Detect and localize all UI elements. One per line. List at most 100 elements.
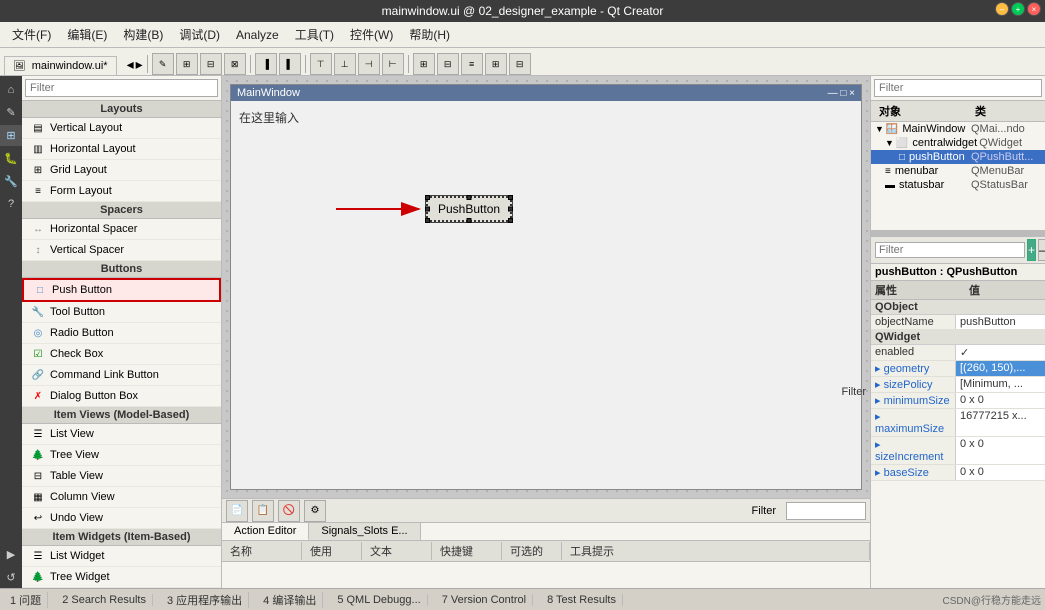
- widget-v-spacer[interactable]: ↕ Vertical Spacer: [22, 240, 221, 261]
- widget-table-view[interactable]: ⊟ Table View: [22, 466, 221, 487]
- menu-help[interactable]: 帮助(H): [403, 24, 456, 45]
- action-editor-tab[interactable]: Action Editor: [222, 523, 309, 540]
- minimize-button[interactable]: –: [995, 2, 1009, 16]
- widget-horizontal-layout[interactable]: ▥ Horizontal Layout: [22, 139, 221, 160]
- toolbar-btn-13[interactable]: ≡: [461, 53, 483, 75]
- widget-h-spacer[interactable]: ↔ Horizontal Spacer: [22, 219, 221, 240]
- welcome-tab[interactable]: ⌂: [6, 80, 17, 100]
- toolbar-btn-12[interactable]: ⊟: [437, 53, 459, 75]
- menu-tools[interactable]: 工具(T): [289, 24, 340, 45]
- widget-push-button[interactable]: □ Push Button: [22, 278, 221, 302]
- canvas-content[interactable]: MainWindow — □ × 在这里输入 PushButton: [222, 76, 870, 498]
- debug-bottom-tab[interactable]: ▶: [5, 544, 17, 565]
- toolbar-btn-5[interactable]: ▐: [255, 53, 277, 75]
- toolbar-btn-2[interactable]: ⊞: [176, 53, 198, 75]
- widget-tool-button[interactable]: 🔧 Tool Button: [22, 302, 221, 323]
- design-tab[interactable]: ⊞: [0, 125, 22, 146]
- nav-fwd-icon[interactable]: ▸: [136, 56, 143, 73]
- widget-tree-widget[interactable]: 🌲 Tree Widget: [22, 567, 221, 588]
- handle-br: [508, 218, 513, 223]
- edit-tab[interactable]: ✎: [4, 102, 17, 123]
- help-tab[interactable]: ?: [6, 194, 16, 214]
- widget-list-widget[interactable]: ☰ List Widget: [22, 546, 221, 567]
- prop-geometry-val[interactable]: [(260, 150),...: [956, 361, 1045, 376]
- tree-item-mainwindow[interactable]: ▼ 🪟 MainWindow QMai...ndo: [871, 122, 1045, 136]
- toolbar-btn-6[interactable]: ▌: [279, 53, 301, 75]
- maximize-button[interactable]: +: [1011, 2, 1025, 16]
- tree-item-centralwidget[interactable]: ▼ ⬜ centralwidget QWidget: [871, 136, 1045, 150]
- menu-controls[interactable]: 控件(W): [344, 24, 399, 45]
- widget-undo-view[interactable]: ↩ Undo View: [22, 508, 221, 529]
- prop-sizepolicy-val[interactable]: [Minimum, ...: [956, 377, 1045, 392]
- toolbar-btn-14[interactable]: ⊞: [485, 53, 507, 75]
- widget-radio-button[interactable]: ◎ Radio Button: [22, 323, 221, 344]
- close-button[interactable]: ×: [1027, 2, 1041, 16]
- widget-tree-view[interactable]: 🌲 Tree View: [22, 445, 221, 466]
- prop-enabled-val[interactable]: ✓: [956, 345, 1045, 360]
- prop-basesize-val[interactable]: 0 x 0: [956, 465, 1045, 480]
- nav-back-icon[interactable]: ◂: [127, 56, 134, 73]
- prop-objectname-val[interactable]: pushButton: [956, 315, 1045, 329]
- menu-edit[interactable]: 编辑(E): [61, 24, 113, 45]
- menu-analyze[interactable]: Analyze: [230, 26, 285, 44]
- tree-item-pushbutton[interactable]: □ pushButton QPushButt...: [871, 150, 1045, 164]
- status-test[interactable]: 8 Test Results: [541, 594, 623, 606]
- add-prop-btn[interactable]: +: [1027, 239, 1036, 261]
- prop-maxsize-val[interactable]: 16777215 x...: [956, 409, 1045, 436]
- menu-file[interactable]: 文件(F): [6, 24, 57, 45]
- bottom-tool-4[interactable]: ⚙: [304, 500, 326, 522]
- toolbar-btn-7[interactable]: ⊤: [310, 53, 332, 75]
- debug-tab[interactable]: 🐛: [2, 148, 20, 169]
- status-version[interactable]: 7 Version Control: [436, 594, 533, 606]
- form-title: MainWindow: [237, 87, 300, 99]
- handle-bc: [467, 218, 472, 223]
- centralwidget-label: centralwidget: [912, 137, 977, 149]
- toolbar-btn-15[interactable]: ⊟: [509, 53, 531, 75]
- tree-item-menubar[interactable]: ≡ menubar QMenuBar: [871, 164, 1045, 178]
- status-qml[interactable]: 5 QML Debugg...: [331, 594, 427, 606]
- menu-debug[interactable]: 调试(D): [173, 24, 226, 45]
- widget-column-view[interactable]: ▦ Column View: [22, 487, 221, 508]
- widget-command-link[interactable]: 🔗 Command Link Button: [22, 365, 221, 386]
- projects-tab[interactable]: 🔧: [2, 171, 20, 192]
- toolbar-btn-8[interactable]: ⊥: [334, 53, 356, 75]
- widget-dialog-btn-box[interactable]: ✗ Dialog Button Box: [22, 386, 221, 407]
- widget-check-box[interactable]: ☑ Check Box: [22, 344, 221, 365]
- object-filter-input[interactable]: [874, 79, 1042, 97]
- form-body[interactable]: 在这里输入 PushButton: [231, 101, 861, 483]
- widget-filter-input[interactable]: [25, 79, 218, 97]
- run-tab[interactable]: ↺: [4, 567, 17, 588]
- remove-prop-btn[interactable]: –: [1038, 239, 1045, 261]
- toolbar-btn-10[interactable]: ⊢: [382, 53, 404, 75]
- status-compile[interactable]: 4 编译输出: [257, 592, 323, 608]
- menu-build[interactable]: 构建(B): [117, 24, 169, 45]
- menu-bar: 文件(F) 编辑(E) 构建(B) 调试(D) Analyze 工具(T) 控件…: [0, 22, 1045, 48]
- status-app-output[interactable]: 3 应用程序输出: [161, 592, 249, 608]
- bottom-tool-2[interactable]: 📋: [252, 500, 274, 522]
- bottom-filter-input[interactable]: [786, 502, 866, 520]
- widget-vertical-layout[interactable]: ▤ Vertical Layout: [22, 118, 221, 139]
- prop-sizeincrement-val[interactable]: 0 x 0: [956, 437, 1045, 464]
- status-search[interactable]: 2 Search Results: [56, 594, 153, 606]
- widget-grid-layout[interactable]: ⊞ Grid Layout: [22, 160, 221, 181]
- push-button-widget[interactable]: PushButton: [426, 196, 512, 222]
- object-tree: 对象 类 ▼ 🪟 MainWindow QMai...ndo ▼ ⬜ centr…: [871, 101, 1045, 231]
- command-link-icon: 🔗: [30, 367, 46, 383]
- toolbar-btn-9[interactable]: ⊣: [358, 53, 380, 75]
- tree-item-statusbar[interactable]: ▬ statusbar QStatusBar: [871, 178, 1045, 192]
- widget-list-view[interactable]: ☰ List View: [22, 424, 221, 445]
- file-tab[interactable]: 🖼 mainwindow.ui*: [4, 56, 117, 75]
- toolbar-btn-4[interactable]: ⊠: [224, 53, 246, 75]
- bottom-tool-1[interactable]: 📄: [226, 500, 248, 522]
- prop-minsize-val[interactable]: 0 x 0: [956, 393, 1045, 408]
- toolbar-btn-1[interactable]: ✎: [152, 53, 174, 75]
- handle-mr: [508, 207, 513, 212]
- widget-form-layout[interactable]: ≡ Form Layout: [22, 181, 221, 202]
- props-filter-input[interactable]: [875, 242, 1025, 258]
- signals-slots-tab[interactable]: Signals_Slots E...: [309, 523, 420, 540]
- table-view-icon: ⊟: [30, 468, 46, 484]
- toolbar-btn-3[interactable]: ⊟: [200, 53, 222, 75]
- toolbar-btn-11[interactable]: ⊞: [413, 53, 435, 75]
- bottom-tool-3[interactable]: 🚫: [278, 500, 300, 522]
- status-problems[interactable]: 1 问题: [4, 592, 48, 608]
